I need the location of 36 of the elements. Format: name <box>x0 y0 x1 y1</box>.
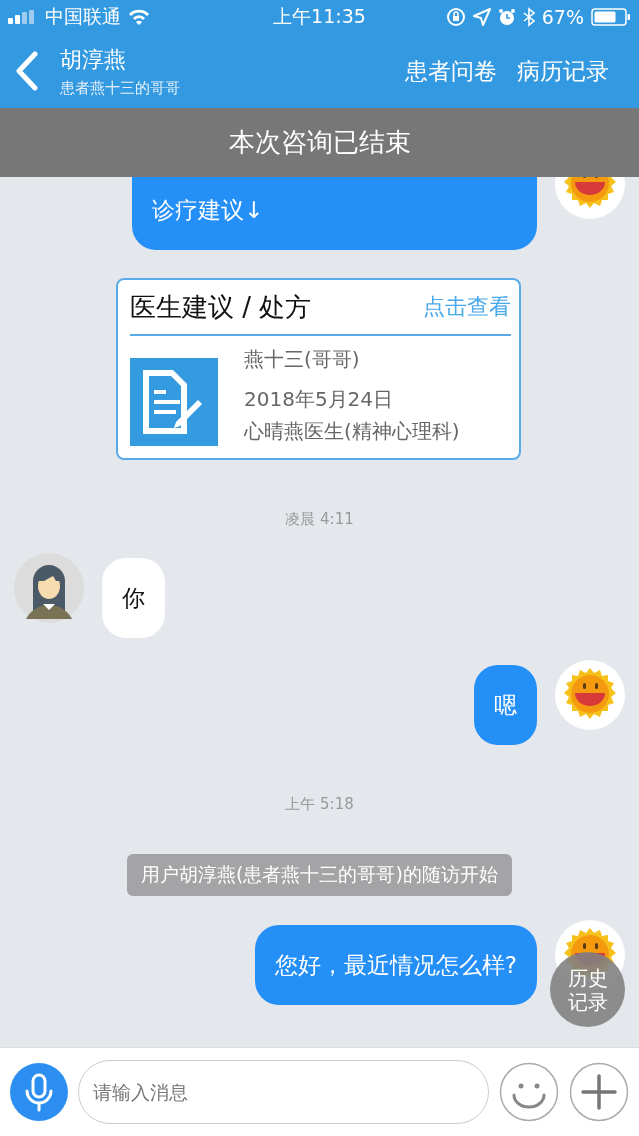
card-detail: 心晴燕医生(精神心理科) <box>244 418 460 444</box>
received-message: 你 <box>102 558 165 638</box>
timestamp: 上午 5:18 <box>285 795 354 814</box>
contact-relation: 患者燕十三的哥哥 <box>60 78 181 98</box>
clock-time: 上午11:35 <box>273 4 366 29</box>
system-notice: 用户胡淳燕(患者燕十三的哥哥)的随访开始 <box>127 854 512 896</box>
sent-message: 您好，最近情况怎么样? <box>254 925 537 1005</box>
add-icon[interactable] <box>569 1062 629 1122</box>
header-link[interactable]: 病历记录 <box>517 55 609 87</box>
view-link[interactable]: 点击查看 <box>423 292 511 322</box>
prescription-card[interactable]: 医生建议 / 处方 点击查看 燕十三(哥哥) 2018年5月24日 心晴燕医生(精神心理科) <box>116 278 521 460</box>
document-pen-icon <box>130 358 218 446</box>
message-input[interactable]: 请输入消息 <box>78 1060 489 1124</box>
sent-message: 诊疗建议↓ <box>132 177 537 250</box>
card-detail: 燕十三(哥哥) <box>244 346 361 372</box>
card-detail: 2018年5月24日 <box>244 386 395 412</box>
card-title: 医生建议 / 处方 <box>130 290 312 324</box>
bluetooth-icon <box>522 7 535 27</box>
consultation-ended-banner: 本次咨询已结束 <box>0 108 639 177</box>
location-icon <box>472 8 491 26</box>
header-link[interactable]: 患者问卷 <box>405 55 497 87</box>
sun-avatar <box>555 660 625 730</box>
rotation-lock-icon <box>445 7 466 27</box>
alarm-icon <box>497 8 516 26</box>
sent-message: 嗯 <box>474 665 537 745</box>
emoji-icon[interactable] <box>499 1062 559 1122</box>
user-avatar <box>14 553 84 623</box>
wifi-icon <box>128 9 150 25</box>
battery-percent: 67% <box>541 6 584 28</box>
history-button[interactable]: 历史记录 <box>550 952 625 1027</box>
battery-icon <box>591 8 631 26</box>
timestamp: 凌晨 4:11 <box>285 510 354 529</box>
back-icon[interactable] <box>14 51 40 91</box>
carrier-name: 中国联通 <box>45 4 121 29</box>
contact-name: 胡淳燕 <box>60 45 127 74</box>
microphone-icon[interactable] <box>10 1063 68 1121</box>
